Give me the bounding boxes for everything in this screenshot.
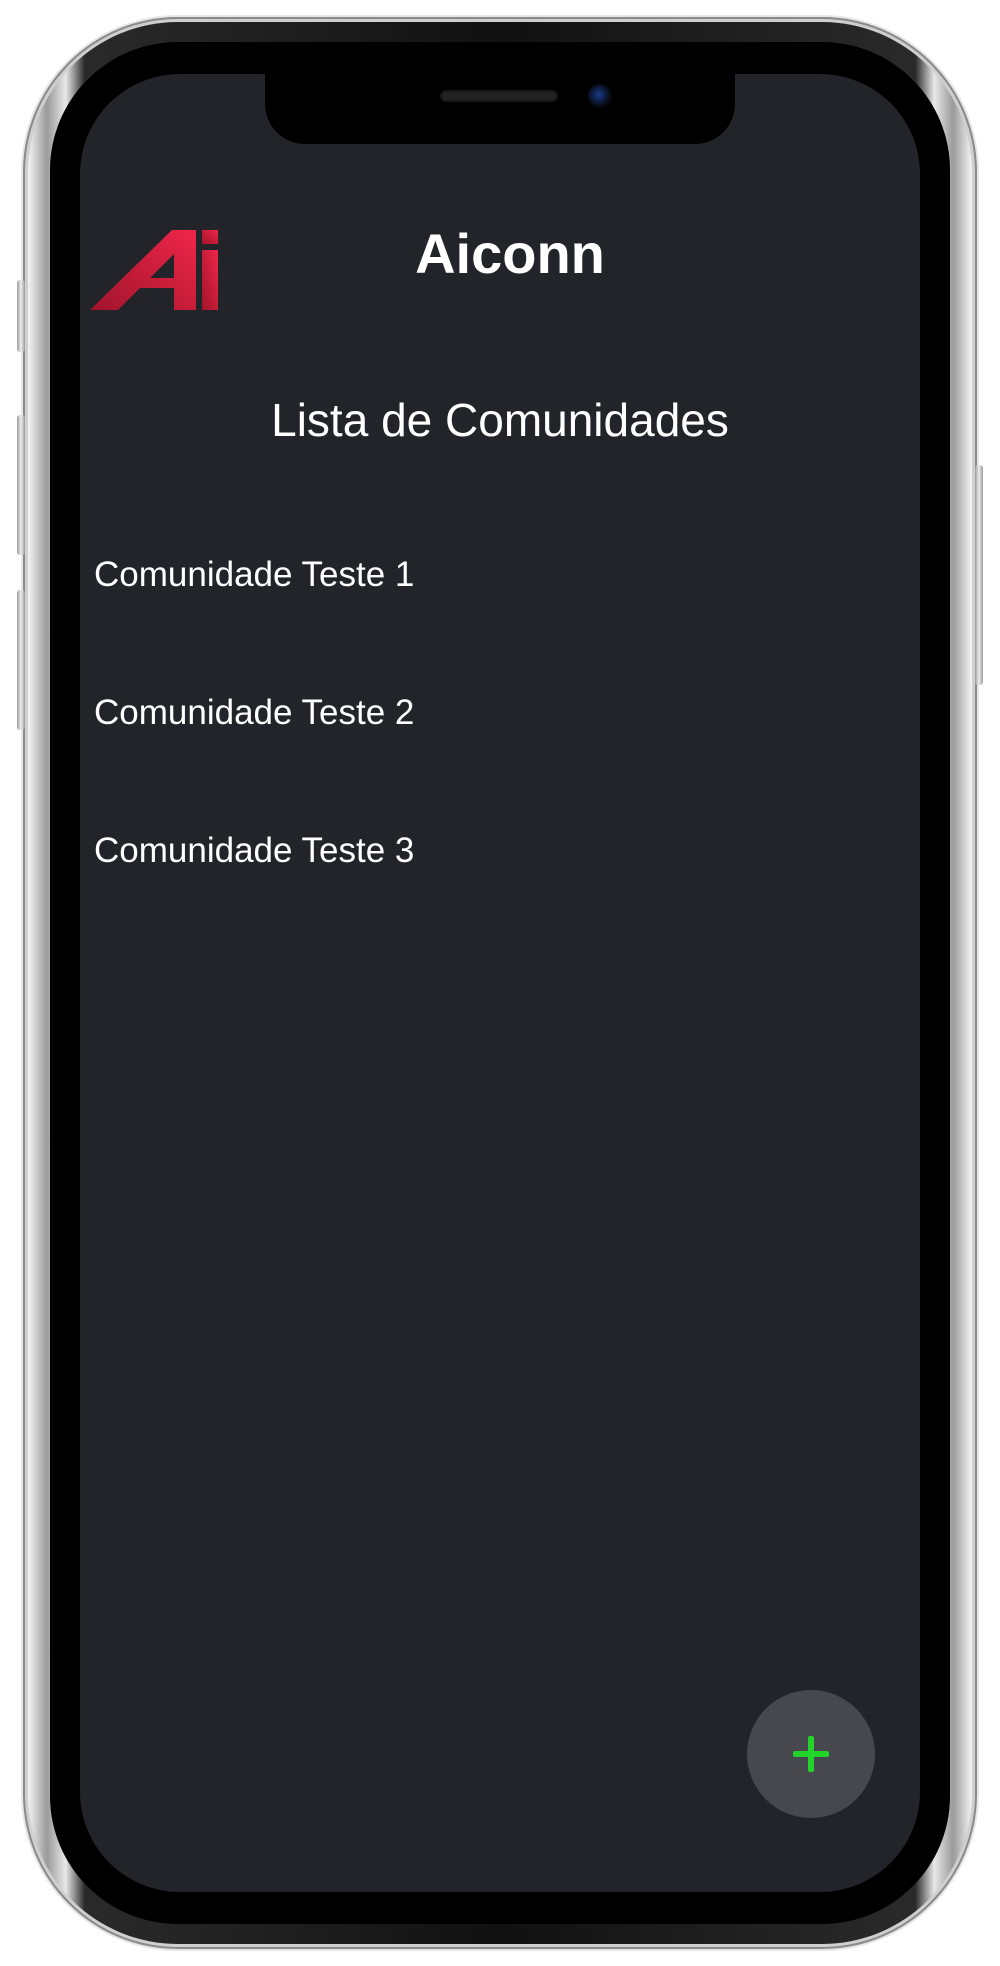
community-list: Comunidade Teste 1 Comunidade Teste 2 Co… bbox=[94, 548, 794, 962]
app-screen bbox=[80, 74, 920, 1892]
power-button bbox=[975, 465, 983, 685]
page-title: Lista de Comunidades bbox=[271, 394, 729, 446]
notch bbox=[265, 74, 735, 144]
volume-down-button bbox=[17, 590, 25, 730]
front-camera bbox=[588, 84, 612, 108]
plus-icon bbox=[793, 1736, 829, 1772]
list-item-community-3[interactable]: Comunidade Teste 3 bbox=[94, 824, 794, 962]
app-title: Aiconn bbox=[415, 222, 605, 285]
add-community-button[interactable] bbox=[747, 1690, 875, 1818]
list-item-community-2[interactable]: Comunidade Teste 2 bbox=[94, 686, 794, 824]
list-item-community-1[interactable]: Comunidade Teste 1 bbox=[94, 548, 794, 686]
volume-up-button bbox=[17, 415, 25, 555]
silent-switch bbox=[17, 280, 25, 352]
aiconn-logo-icon bbox=[88, 222, 220, 312]
earpiece-speaker bbox=[440, 90, 558, 102]
